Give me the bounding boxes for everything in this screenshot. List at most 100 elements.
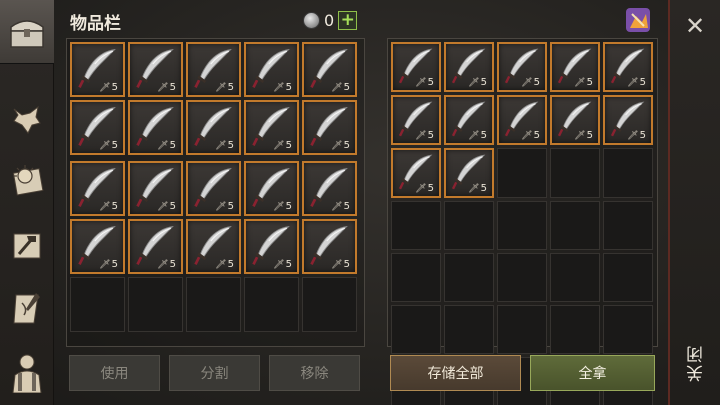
item-slot-filled[interactable]: 🗡 5 [244, 161, 299, 216]
item-slot-empty[interactable] [603, 148, 653, 198]
currency: 0 + [303, 11, 358, 30]
item-slot-filled[interactable]: 🗡 5 [444, 95, 494, 145]
item-quantity: 🗡 5 [415, 77, 434, 88]
dagger-icon: 🗡 [331, 201, 343, 212]
quantity-value: 5 [111, 140, 118, 151]
item-slot-empty[interactable] [444, 305, 494, 354]
item-slot-filled[interactable]: 🗡 5 [302, 161, 357, 216]
item-slot-empty[interactable] [603, 305, 653, 354]
item-quantity: 🗡 5 [99, 259, 118, 270]
item-slot-filled[interactable]: 🗡 5 [444, 148, 494, 198]
item-slot-empty[interactable] [497, 305, 547, 354]
item-slot-filled[interactable]: 🗡 5 [603, 95, 653, 145]
item-slot-filled[interactable]: 🗡 5 [70, 219, 125, 274]
quantity-value: 5 [480, 130, 487, 141]
item-slot-filled[interactable]: 🗡 5 [244, 100, 299, 155]
close-icon[interactable]: ✕ [683, 14, 707, 38]
item-slot-filled[interactable]: 🗡 5 [302, 42, 357, 97]
quest-scroll-icon [13, 293, 40, 324]
item-slot-empty[interactable] [244, 277, 299, 332]
item-slot-empty[interactable] [70, 277, 125, 332]
close-panel[interactable]: ✕ 关闭 [668, 0, 720, 405]
quantity-value: 5 [285, 82, 292, 93]
item-slot-filled[interactable]: 🗡 5 [391, 95, 441, 145]
item-slot-empty[interactable] [550, 305, 600, 354]
item-slot-filled[interactable]: 🗡 5 [128, 42, 183, 97]
dagger-icon: 🗡 [468, 77, 480, 88]
item-slot-filled[interactable]: 🗡 5 [128, 100, 183, 155]
add-currency-button[interactable]: + [338, 11, 358, 30]
item-quantity: 🗡 5 [331, 82, 350, 93]
tab-creatures[interactable] [4, 97, 50, 143]
item-slot-filled[interactable]: 🗡 5 [391, 148, 441, 198]
sun-book-icon [12, 165, 44, 196]
dagger-icon: 🗡 [99, 201, 111, 212]
tab-crafting[interactable] [4, 222, 50, 268]
item-slot-empty[interactable] [391, 253, 441, 302]
quantity-value: 5 [227, 140, 234, 151]
item-slot-empty[interactable] [444, 201, 494, 250]
item-slot-empty[interactable] [550, 148, 600, 198]
item-slot-empty[interactable] [603, 201, 653, 250]
item-slot-empty[interactable] [186, 277, 241, 332]
item-slot-empty[interactable] [128, 277, 183, 332]
quantity-value: 5 [343, 259, 350, 270]
remove-button[interactable]: 移除 [269, 355, 360, 391]
split-button[interactable]: 分割 [169, 355, 260, 391]
take-all-button[interactable]: 全拿 [530, 355, 655, 391]
quantity-value: 5 [111, 82, 118, 93]
dagger-icon: 🗡 [627, 130, 639, 141]
item-slot-filled[interactable]: 🗡 5 [186, 42, 241, 97]
tab-quests[interactable] [4, 286, 50, 332]
item-quantity: 🗡 5 [99, 140, 118, 151]
quantity-value: 5 [169, 140, 176, 151]
item-slot-filled[interactable]: 🗡 5 [244, 42, 299, 97]
item-slot-empty[interactable] [302, 277, 357, 332]
item-slot-empty[interactable] [497, 201, 547, 250]
chest-icon [10, 19, 44, 48]
item-slot-filled[interactable]: 🗡 5 [70, 100, 125, 155]
item-slot-filled[interactable]: 🗡 5 [244, 219, 299, 274]
item-slot-filled[interactable]: 🗡 5 [444, 42, 494, 92]
item-slot-filled[interactable]: 🗡 5 [497, 95, 547, 145]
item-slot-empty[interactable] [391, 305, 441, 354]
item-slot-empty[interactable] [550, 253, 600, 302]
item-slot-filled[interactable]: 🗡 5 [128, 219, 183, 274]
item-slot-filled[interactable]: 🗡 5 [603, 42, 653, 92]
silver-coin-icon [303, 12, 320, 29]
item-slot-filled[interactable]: 🗡 5 [550, 42, 600, 92]
quantity-value: 5 [111, 259, 118, 270]
item-slot-filled[interactable]: 🗡 5 [302, 219, 357, 274]
dagger-icon: 🗡 [215, 82, 227, 93]
item-slot-filled[interactable]: 🗡 5 [302, 100, 357, 155]
item-slot-filled[interactable]: 🗡 5 [497, 42, 547, 92]
item-slot-filled[interactable]: 🗡 5 [391, 42, 441, 92]
item-slot-empty[interactable] [497, 253, 547, 302]
item-quantity: 🗡 5 [468, 77, 487, 88]
close-label[interactable]: 关闭 [684, 344, 708, 382]
item-slot-empty[interactable] [497, 148, 547, 198]
item-slot-empty[interactable] [550, 201, 600, 250]
item-quantity: 🗡 5 [273, 82, 292, 93]
item-slot-empty[interactable] [444, 253, 494, 302]
item-slot-filled[interactable]: 🗡 5 [186, 219, 241, 274]
tab-inventory[interactable] [0, 0, 54, 64]
item-slot-empty[interactable] [391, 201, 441, 250]
item-quantity: 🗡 5 [215, 140, 234, 151]
dagger-icon: 🗡 [415, 130, 427, 141]
tab-character[interactable] [4, 350, 50, 396]
item-slot-filled[interactable]: 🗡 5 [186, 161, 241, 216]
store-all-button[interactable]: 存储全部 [390, 355, 521, 391]
item-slot-filled[interactable]: 🗡 5 [128, 161, 183, 216]
loot-bag-icon[interactable] [624, 6, 652, 34]
item-slot-empty[interactable] [603, 253, 653, 302]
use-button[interactable]: 使用 [69, 355, 160, 391]
tab-skills[interactable] [4, 157, 50, 203]
item-slot-filled[interactable]: 🗡 5 [550, 95, 600, 145]
quantity-value: 5 [427, 183, 434, 194]
item-slot-filled[interactable]: 🗡 5 [70, 161, 125, 216]
item-slot-filled[interactable]: 🗡 5 [186, 100, 241, 155]
item-slot-filled[interactable]: 🗡 5 [70, 42, 125, 97]
quantity-value: 5 [227, 259, 234, 270]
wolf-icon [13, 105, 41, 134]
